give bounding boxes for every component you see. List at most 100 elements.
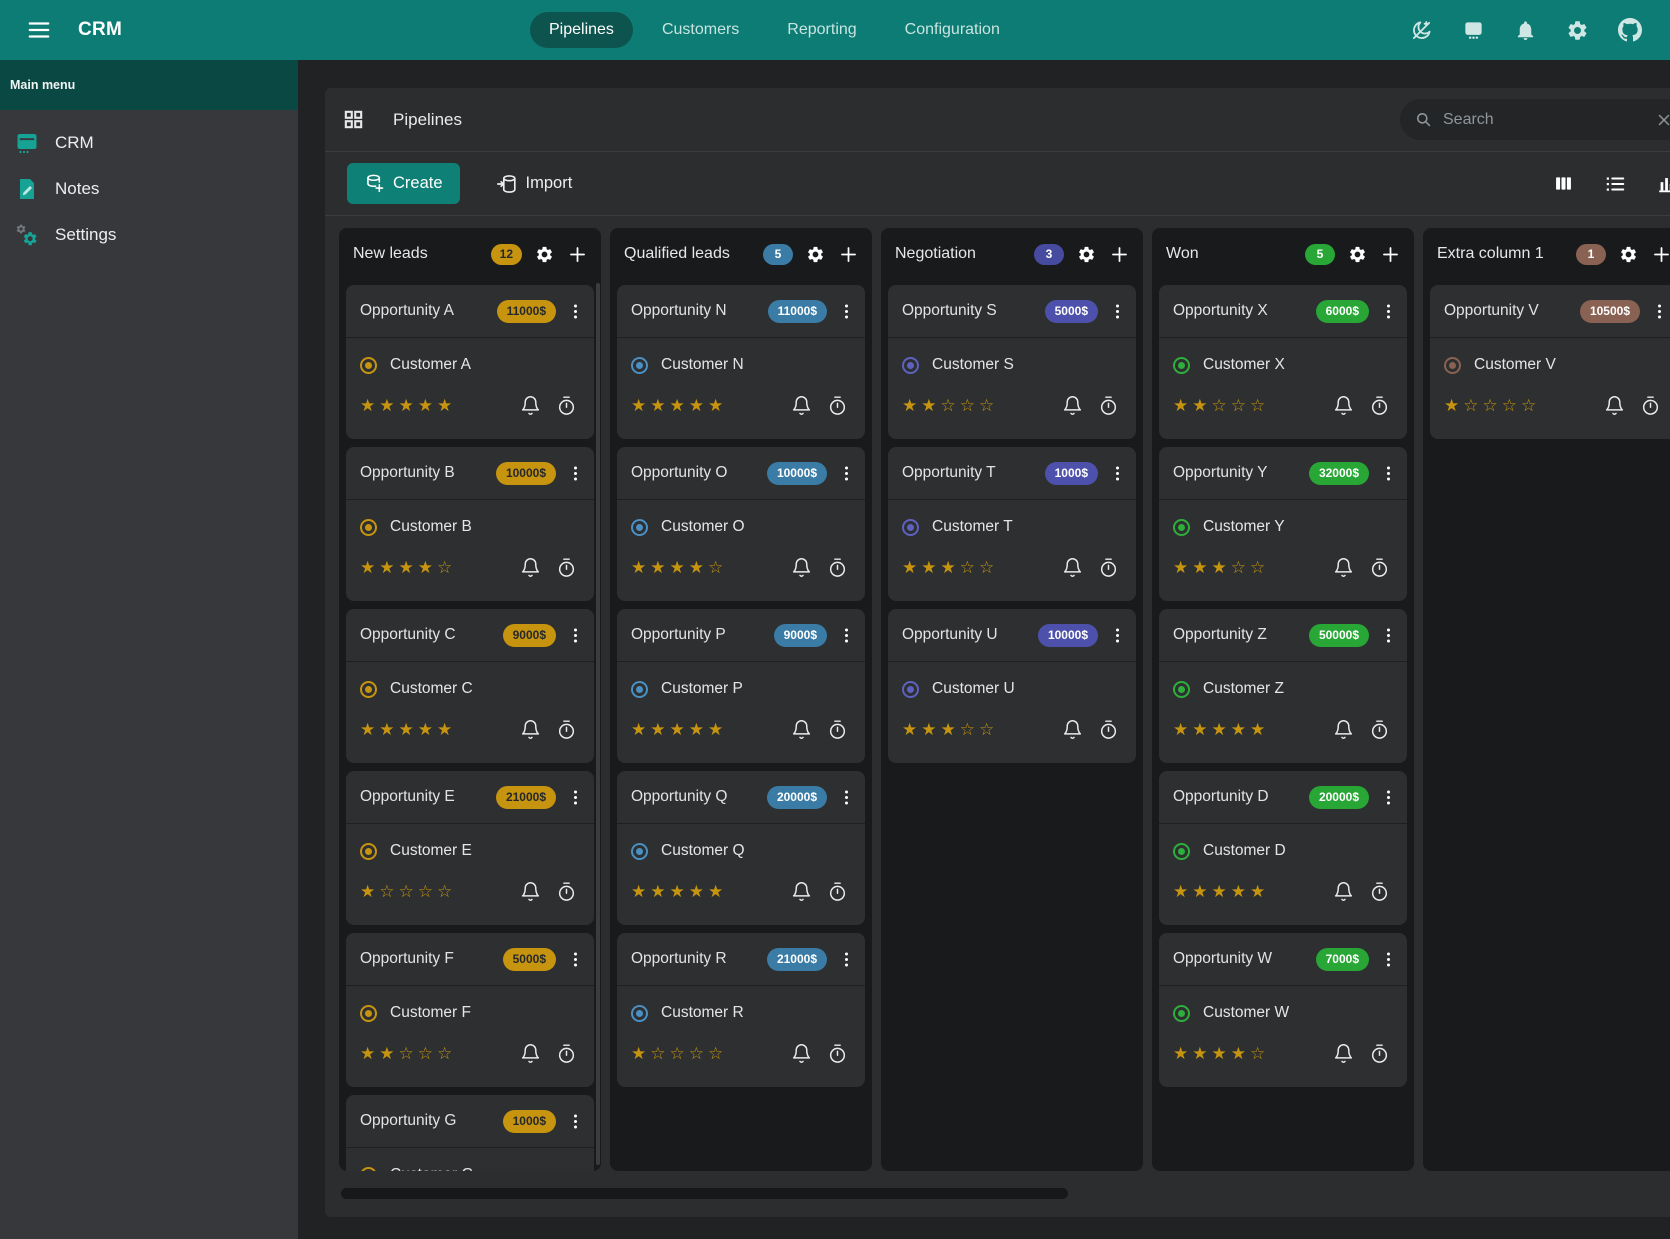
reminder-bell-icon[interactable] <box>1062 557 1083 578</box>
star-rating[interactable]: ★★★☆☆ <box>902 720 998 740</box>
github-icon[interactable] <box>1618 18 1642 42</box>
column-settings-icon[interactable] <box>1077 245 1096 264</box>
opportunity-card[interactable]: Opportunity G 1000$ Customer G <box>346 1095 594 1171</box>
reminder-bell-icon[interactable] <box>791 1043 812 1064</box>
timer-icon[interactable] <box>827 719 848 740</box>
reminder-bell-icon[interactable] <box>791 719 812 740</box>
chart-view-icon[interactable] <box>1656 173 1670 195</box>
column-add-icon[interactable] <box>567 244 588 265</box>
column-add-icon[interactable] <box>1380 244 1401 265</box>
opportunity-card[interactable]: Opportunity F 5000$ Customer F ★★☆☆☆ <box>346 933 594 1087</box>
opportunity-card[interactable]: Opportunity X 6000$ Customer X ★★☆☆☆ <box>1159 285 1407 439</box>
card-menu-icon[interactable] <box>1379 788 1398 807</box>
star-rating[interactable]: ★★☆☆☆ <box>1173 396 1269 416</box>
card-menu-icon[interactable] <box>566 302 585 321</box>
reminder-bell-icon[interactable] <box>791 881 812 902</box>
list-view-icon[interactable] <box>1604 173 1626 195</box>
card-menu-icon[interactable] <box>1108 302 1127 321</box>
kanban-view-icon[interactable] <box>1553 173 1574 194</box>
timer-icon[interactable] <box>1098 557 1119 578</box>
card-menu-icon[interactable] <box>1650 302 1669 321</box>
card-menu-icon[interactable] <box>1108 464 1127 483</box>
star-rating[interactable]: ★★★★☆ <box>360 558 456 578</box>
card-menu-icon[interactable] <box>566 788 585 807</box>
column-add-icon[interactable] <box>1109 244 1130 265</box>
card-menu-icon[interactable] <box>837 788 856 807</box>
tab-configuration[interactable]: Configuration <box>886 12 1019 48</box>
timer-icon[interactable] <box>827 1043 848 1064</box>
reminder-bell-icon[interactable] <box>1333 1043 1354 1064</box>
sidebar-item-crm[interactable]: CRM <box>0 120 298 166</box>
column-settings-icon[interactable] <box>1348 245 1367 264</box>
search-input[interactable] <box>1443 111 1645 129</box>
tab-customers[interactable]: Customers <box>643 12 758 48</box>
opportunity-card[interactable]: Opportunity Z 50000$ Customer Z ★★★★★ <box>1159 609 1407 763</box>
star-rating[interactable]: ★★☆☆☆ <box>360 1044 456 1064</box>
reminder-bell-icon[interactable] <box>1062 719 1083 740</box>
import-button[interactable]: Import <box>486 163 583 204</box>
timer-icon[interactable] <box>1640 395 1661 416</box>
star-rating[interactable]: ★☆☆☆☆ <box>360 882 456 902</box>
opportunity-card[interactable]: Opportunity C 9000$ Customer C ★★★★★ <box>346 609 594 763</box>
create-button[interactable]: Create <box>347 163 460 204</box>
timer-icon[interactable] <box>827 881 848 902</box>
card-menu-icon[interactable] <box>837 464 856 483</box>
opportunity-card[interactable]: Opportunity R 21000$ Customer R ★☆☆☆☆ <box>617 933 865 1087</box>
star-rating[interactable]: ★★★☆☆ <box>1173 558 1269 578</box>
star-rating[interactable]: ★★★★☆ <box>631 558 727 578</box>
opportunity-card[interactable]: Opportunity Q 20000$ Customer Q ★★★★★ <box>617 771 865 925</box>
column-add-icon[interactable] <box>838 244 859 265</box>
column-settings-icon[interactable] <box>806 245 825 264</box>
tab-reporting[interactable]: Reporting <box>768 12 875 48</box>
timer-icon[interactable] <box>556 557 577 578</box>
opportunity-card[interactable]: Opportunity D 20000$ Customer D ★★★★★ <box>1159 771 1407 925</box>
card-menu-icon[interactable] <box>566 950 585 969</box>
reminder-bell-icon[interactable] <box>791 395 812 416</box>
opportunity-card[interactable]: Opportunity U 10000$ Customer U ★★★☆☆ <box>888 609 1136 763</box>
timer-icon[interactable] <box>1098 395 1119 416</box>
timer-icon[interactable] <box>556 719 577 740</box>
card-menu-icon[interactable] <box>1379 950 1398 969</box>
card-menu-icon[interactable] <box>1379 302 1398 321</box>
tab-pipelines[interactable]: Pipelines <box>530 12 633 48</box>
card-menu-icon[interactable] <box>1108 626 1127 645</box>
timer-icon[interactable] <box>1369 1043 1390 1064</box>
sidebar-item-notes[interactable]: Notes <box>0 166 298 212</box>
star-rating[interactable]: ★★★★★ <box>360 720 456 740</box>
card-menu-icon[interactable] <box>1379 626 1398 645</box>
reminder-bell-icon[interactable] <box>520 881 541 902</box>
star-rating[interactable]: ★☆☆☆☆ <box>631 1044 727 1064</box>
opportunity-card[interactable]: Opportunity N 11000$ Customer N ★★★★★ <box>617 285 865 439</box>
reminder-bell-icon[interactable] <box>1333 395 1354 416</box>
star-rating[interactable]: ★☆☆☆☆ <box>1444 396 1540 416</box>
star-rating[interactable]: ★★★☆☆ <box>902 558 998 578</box>
reminder-bell-icon[interactable] <box>1333 881 1354 902</box>
opportunity-card[interactable]: Opportunity V 10500$ Customer V ★☆☆☆☆ <box>1430 285 1670 439</box>
star-rating[interactable]: ★★☆☆☆ <box>902 396 998 416</box>
star-rating[interactable]: ★★★★☆ <box>1173 1044 1269 1064</box>
card-menu-icon[interactable] <box>837 950 856 969</box>
reminder-bell-icon[interactable] <box>1333 719 1354 740</box>
column-settings-icon[interactable] <box>535 245 554 264</box>
opportunity-card[interactable]: Opportunity T 1000$ Customer T ★★★☆☆ <box>888 447 1136 601</box>
opportunity-card[interactable]: Opportunity O 10000$ Customer O ★★★★☆ <box>617 447 865 601</box>
reminder-bell-icon[interactable] <box>1604 395 1625 416</box>
timer-icon[interactable] <box>1369 719 1390 740</box>
opportunity-card[interactable]: Opportunity Y 32000$ Customer Y ★★★☆☆ <box>1159 447 1407 601</box>
timer-icon[interactable] <box>827 395 848 416</box>
reminder-bell-icon[interactable] <box>1333 557 1354 578</box>
opportunity-card[interactable]: Opportunity E 21000$ Customer E ★☆☆☆☆ <box>346 771 594 925</box>
reminder-bell-icon[interactable] <box>1062 395 1083 416</box>
reminder-bell-icon[interactable] <box>520 1043 541 1064</box>
opportunity-card[interactable]: Opportunity S 5000$ Customer S ★★☆☆☆ <box>888 285 1136 439</box>
timer-icon[interactable] <box>1369 557 1390 578</box>
column-settings-icon[interactable] <box>1619 245 1638 264</box>
timer-icon[interactable] <box>1369 881 1390 902</box>
reminder-bell-icon[interactable] <box>520 557 541 578</box>
hamburger-menu-icon[interactable] <box>26 17 52 43</box>
opportunity-card[interactable]: Opportunity W 7000$ Customer W ★★★★☆ <box>1159 933 1407 1087</box>
messages-icon[interactable] <box>1462 19 1485 42</box>
reminder-bell-icon[interactable] <box>520 719 541 740</box>
card-menu-icon[interactable] <box>566 1112 585 1131</box>
opportunity-card[interactable]: Opportunity B 10000$ Customer B ★★★★☆ <box>346 447 594 601</box>
